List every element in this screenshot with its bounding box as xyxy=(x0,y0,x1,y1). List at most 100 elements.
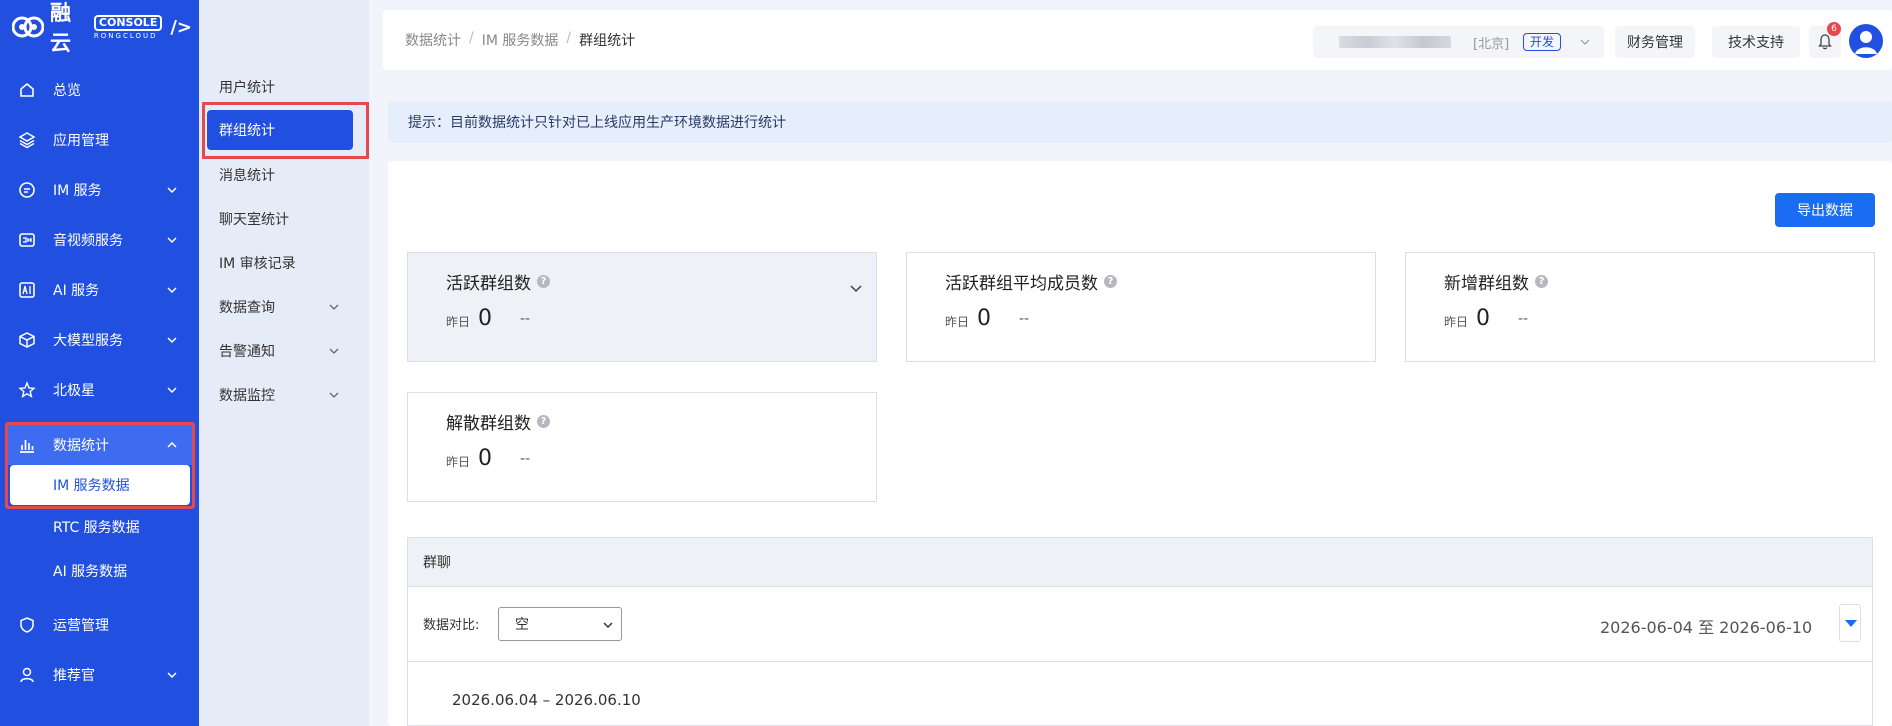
sidebar-item-label: 音视频服务 xyxy=(53,233,123,249)
layers-icon xyxy=(18,132,36,149)
breadcrumb-item[interactable]: 数据统计 xyxy=(405,30,461,50)
group-chat-panel: 群聊 数据对比: 空 2026-06-04 至 2026-06-10 2026.… xyxy=(407,537,1873,726)
code-slash-icon: /> xyxy=(170,16,192,38)
yesterday-label: 昨日 xyxy=(945,315,970,329)
export-button[interactable]: 导出数据 xyxy=(1775,193,1875,227)
stat-card-avg-members[interactable]: 活跃群组平均成员数? 昨日 0 -- xyxy=(906,252,1376,362)
chevron-down-icon xyxy=(329,348,339,354)
chevron-down-icon xyxy=(329,304,339,310)
chevron-down-icon xyxy=(167,237,177,244)
media-icon xyxy=(19,233,35,247)
sidebar-item-ai-service[interactable]: AI 服务 xyxy=(0,268,199,312)
avatar[interactable] xyxy=(1849,24,1883,58)
shield-icon xyxy=(20,617,34,633)
compare-label: 数据对比: xyxy=(423,618,480,633)
stat-card-new-groups[interactable]: 新增群组数? 昨日 0 -- xyxy=(1405,252,1875,362)
sidebar-subitem-label: RTC 服务数据 xyxy=(53,520,140,536)
sidebar-item-operations[interactable]: 运营管理 xyxy=(0,603,199,647)
subnav-item-im-audit[interactable]: IM 审核记录 xyxy=(199,243,369,283)
subnav-item-label: IM 审核记录 xyxy=(219,256,296,272)
date-dropdown-button[interactable] xyxy=(1839,604,1861,642)
stat-title: 解散群组数 xyxy=(446,414,531,434)
cube-icon xyxy=(19,332,35,348)
yesterday-value: 0 xyxy=(977,306,991,331)
breadcrumb-item[interactable]: IM 服务数据 xyxy=(482,30,559,50)
user-avatar-icon xyxy=(1855,31,1877,54)
subnav-item-alert[interactable]: 告警通知 xyxy=(199,331,369,371)
logo[interactable]: 融云 CONSOLE RONGCLOUD /> xyxy=(11,1,192,55)
sidebar-item-av-service[interactable]: 音视频服务 xyxy=(0,218,199,262)
tip-banner: 提示：目前数据统计只针对已上线应用生产环境数据进行统计 xyxy=(388,101,1892,143)
yesterday-value: 0 xyxy=(478,306,492,331)
chevron-down-icon xyxy=(1580,39,1590,45)
compare-row: 数据对比: 空 2026-06-04 至 2026-06-10 xyxy=(408,587,1872,662)
top-header: 数据统计 / IM 服务数据 / 群组统计 [北京] 开发 财务管理 技术支持 … xyxy=(383,10,1892,70)
compare-value: -- xyxy=(1518,311,1529,327)
subnav-item-message-stats[interactable]: 消息统计 xyxy=(199,155,369,195)
notification-badge: 6 xyxy=(1827,22,1841,36)
brand-console: CONSOLE xyxy=(93,14,163,31)
highlight-box xyxy=(5,422,195,509)
sidebar-item-label: AI 服务 xyxy=(53,283,100,299)
date-range[interactable]: 2026-06-04 至 2026-06-10 xyxy=(1600,614,1812,638)
logo-icon xyxy=(11,13,45,41)
chevron-down-icon xyxy=(167,387,177,394)
sidebar-item-overview[interactable]: 总览 xyxy=(0,68,199,112)
chevron-down-icon[interactable] xyxy=(848,280,864,296)
help-icon[interactable]: ? xyxy=(537,415,550,428)
env-badge: 开发 xyxy=(1523,33,1562,51)
chevron-down-icon xyxy=(167,672,177,679)
triangle-down-icon xyxy=(1845,620,1857,627)
ai-icon xyxy=(19,282,35,298)
subnav-item-label: 数据监控 xyxy=(219,388,275,404)
stat-title: 活跃群组平均成员数 xyxy=(945,274,1098,294)
subnav-item-data-monitor[interactable]: 数据监控 xyxy=(199,375,369,415)
sidebar-item-label: IM 服务 xyxy=(53,183,102,199)
stat-card-active-groups[interactable]: 活跃群组数? 昨日 0 -- xyxy=(407,252,877,362)
help-icon[interactable]: ? xyxy=(537,275,550,288)
sidebar-subitem-rtc-data[interactable]: RTC 服务数据 xyxy=(8,507,192,547)
region-label: [北京] xyxy=(1473,36,1510,52)
user-icon xyxy=(20,667,34,683)
subnav-item-data-query[interactable]: 数据查询 xyxy=(199,287,369,327)
app-selector[interactable]: [北京] 开发 xyxy=(1313,26,1604,58)
subnav-item-user-stats[interactable]: 用户统计 xyxy=(199,67,369,107)
finance-button[interactable]: 财务管理 xyxy=(1615,26,1695,58)
compare-select[interactable]: 空 xyxy=(498,607,622,641)
help-icon[interactable]: ? xyxy=(1104,275,1117,288)
breadcrumb-separator: / xyxy=(566,30,572,46)
sidebar-item-label: 大模型服务 xyxy=(53,333,123,349)
compare-value: -- xyxy=(520,451,531,467)
star-icon xyxy=(18,381,36,398)
notification-button[interactable]: 6 xyxy=(1809,22,1841,58)
sidebar-item-label: 北极星 xyxy=(53,383,95,399)
sidebar-item-referrer[interactable]: 推荐官 xyxy=(0,653,199,697)
blurred-app-name xyxy=(1339,36,1451,48)
chat-icon xyxy=(19,182,35,198)
subnav-item-label: 聊天室统计 xyxy=(219,212,289,228)
sidebar-item-im-service[interactable]: IM 服务 xyxy=(0,168,199,212)
sidebar-item-label: 总览 xyxy=(53,83,81,99)
compare-select-value: 空 xyxy=(515,617,529,633)
stat-title: 新增群组数 xyxy=(1444,274,1529,294)
help-icon[interactable]: ? xyxy=(1535,275,1548,288)
sidebar-item-label: 推荐官 xyxy=(53,668,95,684)
bell-icon xyxy=(1818,34,1832,50)
sidebar-subitem-ai-data[interactable]: AI 服务数据 xyxy=(8,551,192,591)
panel-title: 群聊 xyxy=(408,538,1872,587)
sidebar-item-app-management[interactable]: 应用管理 xyxy=(0,118,199,162)
chevron-down-icon xyxy=(167,337,177,344)
yesterday-label: 昨日 xyxy=(446,455,471,469)
sidebar-item-polaris[interactable]: 北极星 xyxy=(0,368,199,412)
subnav-item-label: 数据查询 xyxy=(219,300,275,316)
sidebar-item-llm-service[interactable]: 大模型服务 xyxy=(0,318,199,362)
main-card: 导出数据 活跃群组数? 昨日 0 -- 活跃群组平均成员数? 昨日 0 -- 新… xyxy=(388,161,1892,726)
compare-value: -- xyxy=(1019,311,1030,327)
support-button[interactable]: 技术支持 xyxy=(1712,26,1800,58)
subnav-item-label: 消息统计 xyxy=(219,168,275,184)
subnav-item-chatroom-stats[interactable]: 聊天室统计 xyxy=(199,199,369,239)
sidebar-subitem-label: AI 服务数据 xyxy=(53,564,128,580)
period-label: 2026.06.04 – 2026.06.10 xyxy=(452,691,641,709)
chevron-down-icon xyxy=(167,187,177,194)
stat-card-dismissed-groups[interactable]: 解散群组数? 昨日 0 -- xyxy=(407,392,877,502)
